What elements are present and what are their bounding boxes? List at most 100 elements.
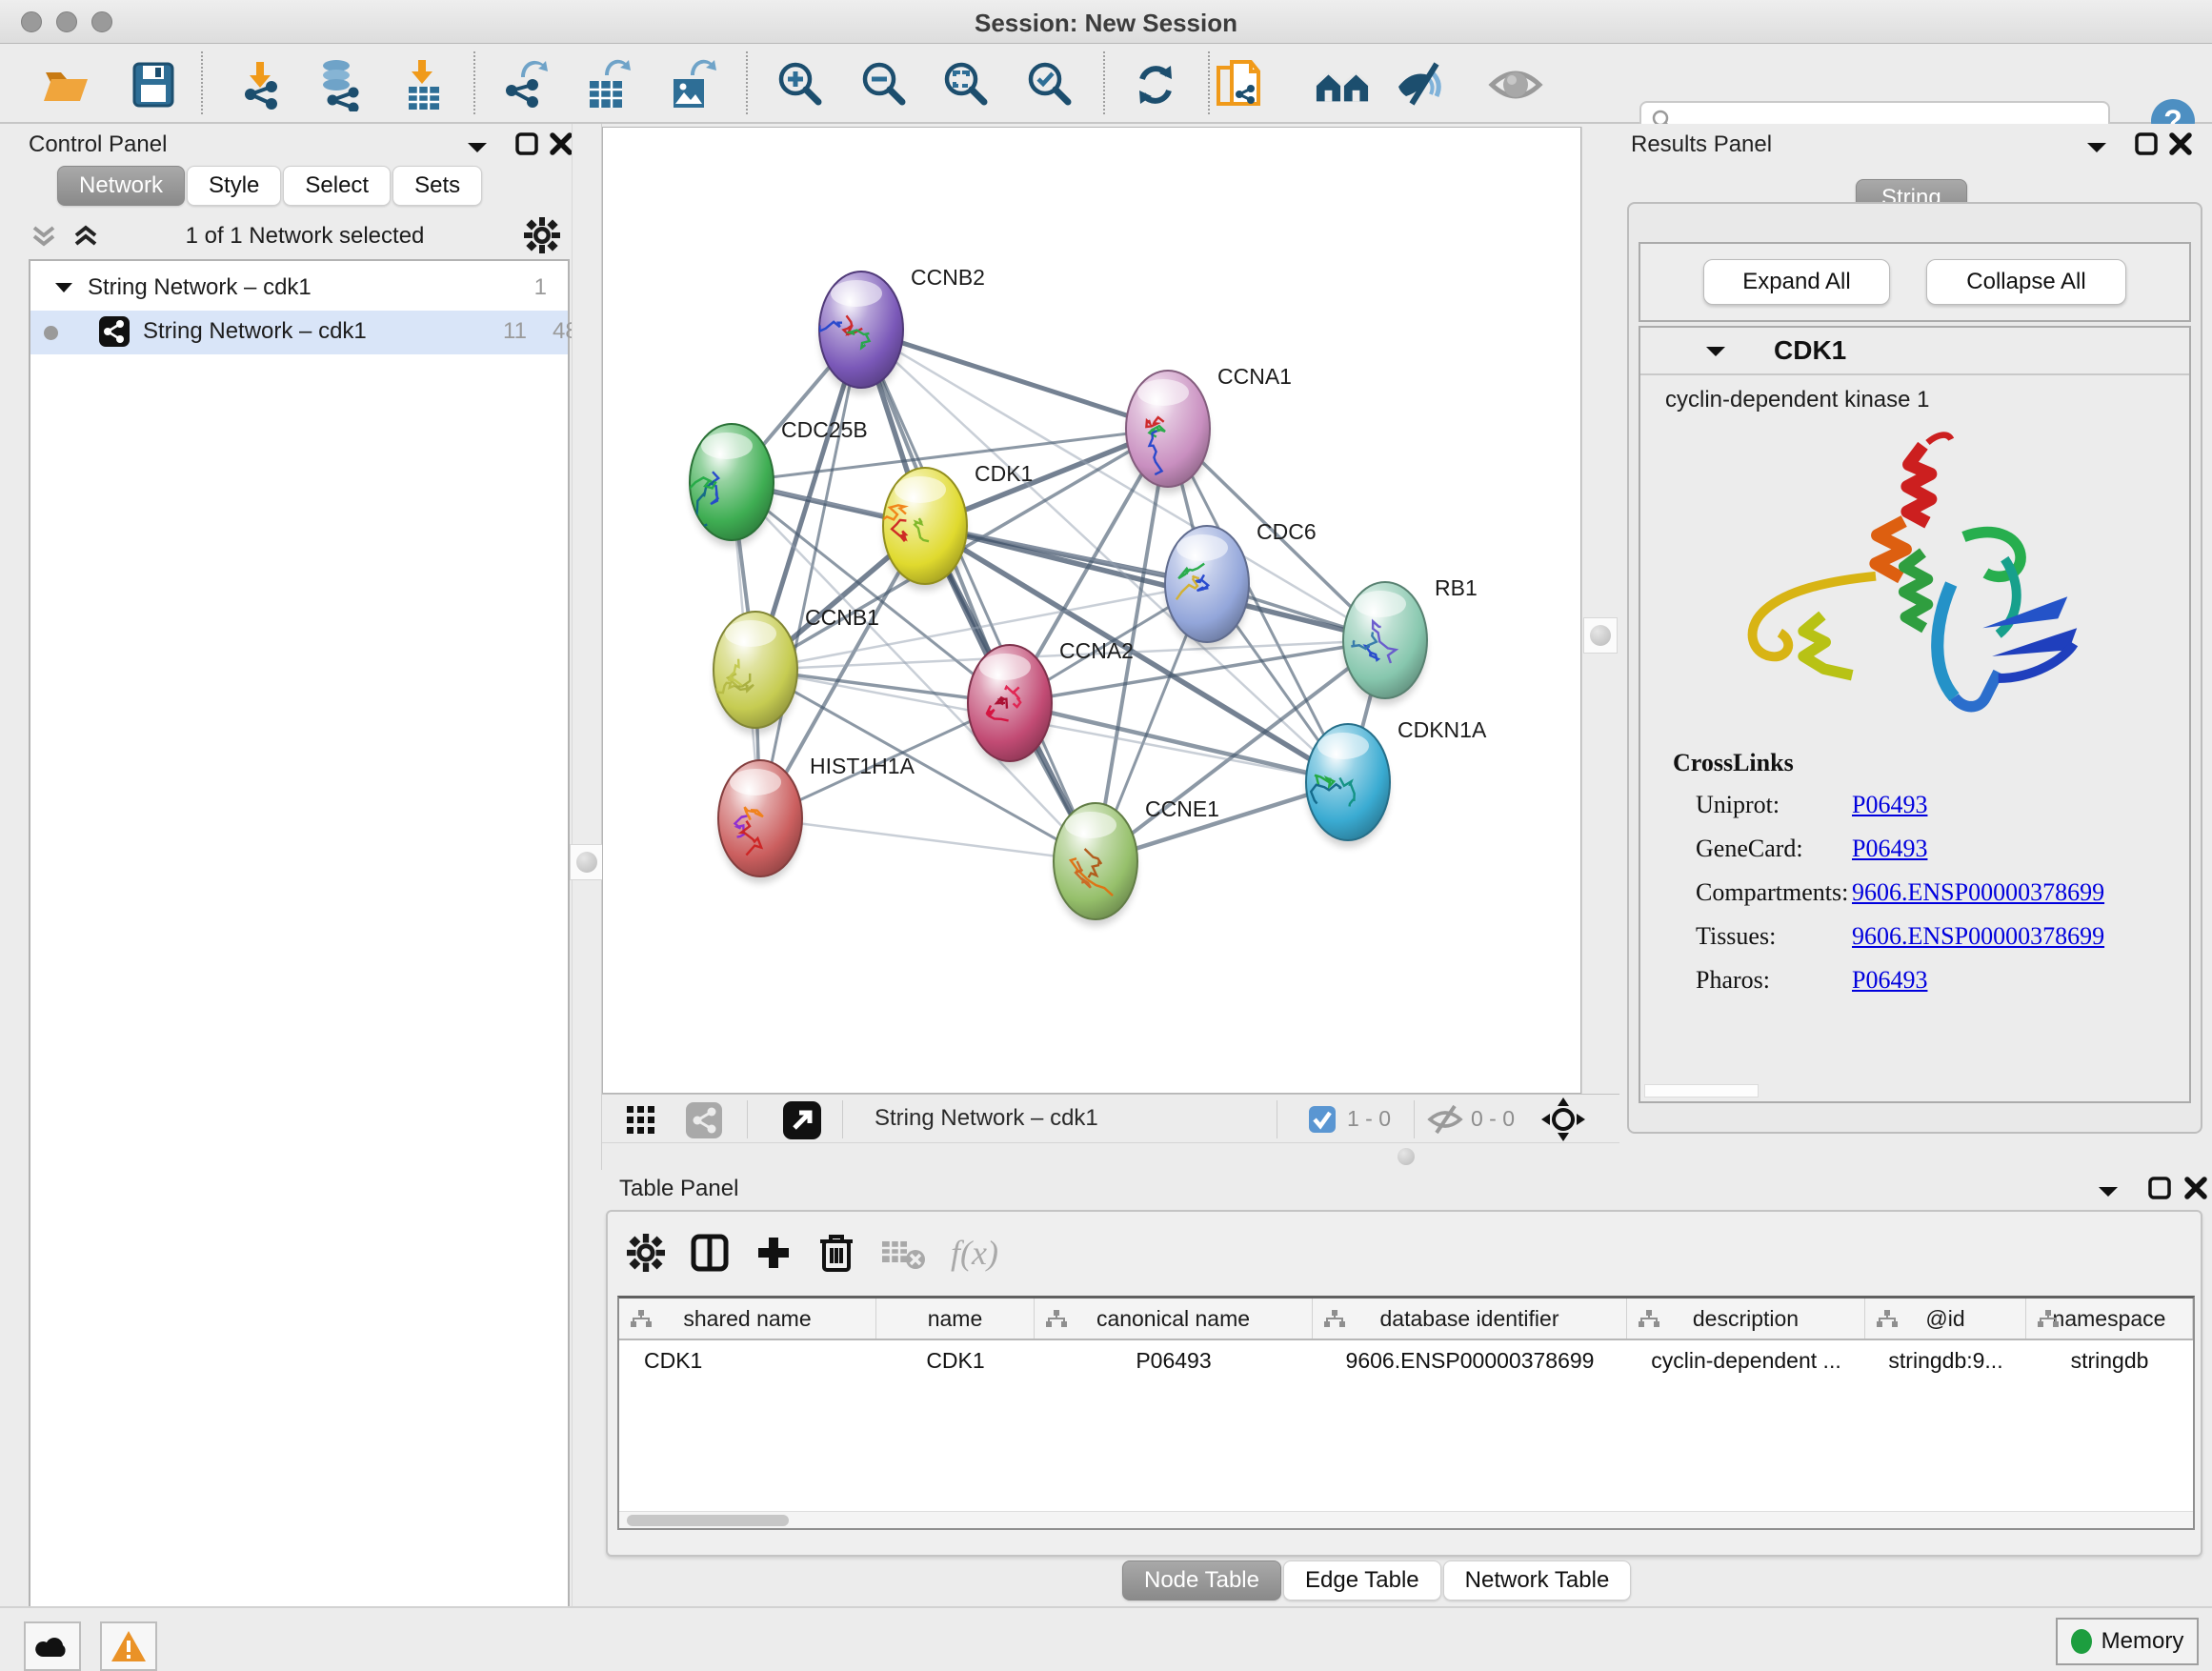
grid-view-icon[interactable] [627, 1106, 655, 1135]
add-column-icon[interactable] [754, 1234, 793, 1272]
export-table-button[interactable] [579, 57, 634, 112]
panel-maximize-icon[interactable] [514, 131, 539, 156]
export-image-button[interactable] [663, 57, 718, 112]
edge[interactable] [760, 818, 1096, 861]
tab-select[interactable]: Select [283, 166, 391, 206]
expand-all-button[interactable]: Expand All [1703, 259, 1890, 305]
edge[interactable] [732, 482, 1207, 584]
crosslink-value-link[interactable]: 9606.ENSP00000378699 [1852, 878, 2104, 907]
memory-button[interactable]: Memory [2056, 1618, 2199, 1665]
export-network-icon [498, 58, 552, 111]
hidden-eye-icon[interactable] [1427, 1104, 1463, 1135]
column-header-database-identifier[interactable]: database identifier [1313, 1299, 1627, 1339]
edge[interactable] [861, 330, 1168, 429]
import-network-button[interactable] [232, 57, 288, 112]
node-table-card: f(x) shared namenamecanonical namedataba… [606, 1210, 2202, 1557]
refresh-button[interactable] [1128, 57, 1183, 112]
expand-all-chevron-icon[interactable] [72, 225, 99, 250]
zoom-in-button[interactable] [774, 57, 829, 112]
table-cell: cyclin-dependent ... [1627, 1340, 1865, 1380]
show-all-button[interactable] [1488, 57, 1543, 112]
column-header-namespace[interactable]: namespace [2026, 1299, 2193, 1339]
database-icon [313, 58, 367, 111]
table-scrollbar[interactable] [619, 1511, 2193, 1528]
crosslink-value-link[interactable]: P06493 [1852, 966, 1927, 995]
delete-column-trash-icon[interactable] [817, 1232, 855, 1274]
zoom-out-button[interactable] [857, 57, 913, 112]
tab-sets[interactable]: Sets [392, 166, 482, 206]
open-folder-icon [40, 59, 91, 111]
save-session-button[interactable] [126, 57, 181, 112]
column-header--id[interactable]: @id [1865, 1299, 2026, 1339]
delete-table-icon[interactable] [880, 1236, 926, 1270]
results-scrollbar[interactable] [1644, 1084, 1759, 1097]
tab-network-table[interactable]: Network Table [1443, 1560, 1632, 1601]
collapse-all-button[interactable]: Collapse All [1926, 259, 2126, 305]
table-scrollbar-thumb[interactable] [627, 1515, 789, 1526]
node-CCNE1[interactable]: CCNE1 [1054, 796, 1219, 926]
node-CDKN1A[interactable]: CDKN1A [1306, 717, 1487, 847]
table-settings-gear-icon[interactable] [627, 1234, 665, 1272]
node-CCNB1[interactable]: CCNB1 [714, 605, 879, 735]
right-splitter-handle[interactable] [1583, 617, 1618, 654]
right-splitter[interactable] [1581, 127, 1619, 1094]
panel-close-icon[interactable] [549, 131, 573, 156]
table-row[interactable]: CDK1CDK1P064939606.ENSP00000378699cyclin… [619, 1340, 2193, 1380]
panel-maximize-icon[interactable] [2147, 1176, 2172, 1200]
hide-selected-button[interactable] [1395, 57, 1450, 112]
tree-expander-icon[interactable] [53, 280, 74, 295]
tab-node-table[interactable]: Node Table [1122, 1560, 1281, 1601]
birds-eye-crosshair-icon[interactable] [1541, 1097, 1585, 1141]
import-network-database-button[interactable] [312, 57, 368, 112]
zoom-fit-button[interactable] [939, 57, 995, 112]
panel-float-icon[interactable] [2096, 1183, 2121, 1200]
crosslink-value-link[interactable]: 9606.ENSP00000378699 [1852, 922, 2104, 951]
tab-edge-table[interactable]: Edge Table [1283, 1560, 1441, 1601]
cloud-button[interactable] [24, 1621, 81, 1671]
warnings-button[interactable] [100, 1621, 157, 1671]
gear-icon[interactable] [524, 217, 560, 253]
edge[interactable] [1010, 703, 1348, 782]
crosslink-value-link[interactable]: P06493 [1852, 835, 1927, 863]
new-network-from-selection-button[interactable] [1212, 57, 1267, 112]
shared-column-icon [1324, 1310, 1345, 1329]
crosslink-value-link[interactable]: P06493 [1852, 791, 1927, 819]
edge[interactable] [861, 330, 1096, 861]
left-splitter-handle[interactable] [570, 844, 604, 880]
column-header-name[interactable]: name [876, 1299, 1035, 1339]
panel-close-icon[interactable] [2168, 131, 2193, 156]
selected-checkbox-icon[interactable] [1309, 1106, 1336, 1133]
function-builder-icon[interactable]: f(x) [951, 1233, 998, 1273]
node-table[interactable]: shared namenamecanonical namedatabase id… [617, 1296, 2195, 1530]
panel-close-icon[interactable] [2183, 1176, 2208, 1200]
panel-float-icon[interactable] [2084, 139, 2109, 156]
results-panel-title: Results Panel [1631, 131, 1772, 158]
panel-maximize-icon[interactable] [2134, 131, 2159, 156]
node-CCNA1[interactable]: CCNA1 [1126, 364, 1292, 493]
import-table-icon [397, 58, 451, 111]
network-row-selected[interactable]: String Network – cdk1 11 48 [30, 311, 568, 354]
column-header-description[interactable]: description [1627, 1299, 1865, 1339]
open-session-button[interactable] [38, 57, 93, 112]
zoom-selected-button[interactable] [1023, 57, 1078, 112]
node-CCNB2[interactable]: CCNB2 [799, 265, 985, 394]
network-collection-row[interactable]: String Network – cdk1 1 [30, 267, 568, 311]
panel-float-icon[interactable] [465, 139, 490, 156]
collapse-all-chevron-icon[interactable] [30, 225, 57, 250]
show-columns-icon[interactable] [690, 1233, 730, 1273]
node-HIST1H1A[interactable]: HIST1H1A [718, 754, 915, 883]
horizontal-splitter-handle[interactable] [1389, 1145, 1423, 1168]
node-CCNA2[interactable]: CCNA2 [968, 638, 1134, 768]
gene-collapse-icon[interactable] [1703, 343, 1728, 360]
network-canvas[interactable]: CCNB2CCNA1CDC25BCDK1CDC6RB1CCNB1CCNA2CDK… [602, 127, 1581, 1094]
column-header-canonical-name[interactable]: canonical name [1035, 1299, 1313, 1339]
network-share-icon[interactable] [686, 1102, 722, 1138]
tab-style[interactable]: Style [187, 166, 281, 206]
tab-network[interactable]: Network [57, 166, 185, 206]
node-RB1[interactable]: RB1 [1343, 575, 1478, 705]
column-header-shared-name[interactable]: shared name [619, 1299, 876, 1339]
first-neighbors-button[interactable] [1315, 57, 1370, 112]
export-network-button[interactable] [497, 57, 553, 112]
import-table-button[interactable] [396, 57, 452, 112]
open-in-new-window-icon[interactable] [783, 1101, 821, 1139]
